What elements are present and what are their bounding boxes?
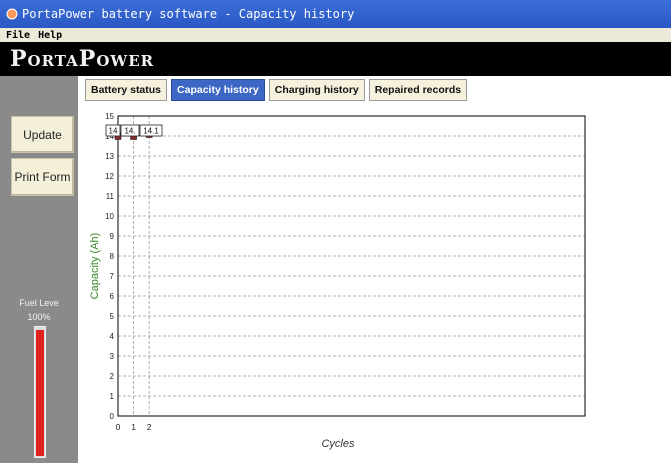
y-tick-label: 7	[110, 272, 115, 281]
y-tick-label: 12	[105, 172, 114, 181]
y-tick-label: 3	[110, 352, 115, 361]
y-tick-label: 0	[110, 412, 115, 421]
y-tick-label: 13	[105, 152, 114, 161]
y-tick-label: 1	[110, 392, 115, 401]
tab-battery-status[interactable]: Battery status	[85, 79, 168, 101]
y-axis-label: Capacity (Ah)	[89, 233, 101, 300]
fuel-gauge-fill	[36, 330, 44, 456]
y-tick-label: 9	[110, 232, 115, 241]
capacity-chart-area: 0 1 2 3 4 5 6 7 8 9 10 11 12 13 14 15 012 14 14. 14.1 Cyc…	[80, 104, 671, 463]
y-tick-label: 11	[106, 192, 115, 201]
tab-charging-history[interactable]: Charging history	[268, 79, 365, 101]
x-tick-label: 0	[116, 422, 121, 432]
plot-frame	[117, 115, 586, 417]
menu-bar: File Help	[0, 28, 671, 42]
window-title: PortaPower battery software - Capacity h…	[22, 7, 355, 21]
app-icon	[6, 8, 18, 20]
data-label: 14.1	[143, 127, 159, 136]
update-button[interactable]: Update	[11, 116, 74, 153]
menu-help[interactable]: Help	[38, 30, 62, 41]
y-tick-label: 8	[110, 252, 115, 261]
y-tick-label: 2	[110, 372, 115, 381]
fuel-level-label: Fuel Leve	[19, 298, 59, 308]
fuel-level-percent: 100%	[27, 312, 51, 322]
y-tick-label: 6	[110, 292, 115, 301]
y-tick-label: 15	[105, 112, 114, 121]
x-tick-label: 1	[131, 422, 136, 432]
y-tick-label: 4	[110, 332, 115, 341]
x-axis-label: Cycles	[321, 438, 355, 450]
tab-repaired-records[interactable]: Repaired records	[368, 79, 468, 101]
window-titlebar: PortaPower battery software - Capacity h…	[0, 0, 671, 28]
capacity-history-chart: 0123456789101112131415 012 14 14. 14.1 Cyc…	[89, 112, 586, 450]
data-label: 14	[109, 127, 118, 136]
x-tick-label: 2	[147, 422, 152, 432]
y-tick-label: 10	[105, 212, 114, 221]
y-tick-label: 5	[110, 312, 115, 321]
brand-logo: PortaPower	[10, 46, 155, 72]
print-form-button[interactable]: Print Form	[11, 158, 74, 196]
fuel-gauge	[34, 326, 46, 458]
data-label: 14.	[124, 127, 135, 136]
tab-bar: Battery status Capacity history Charging…	[85, 79, 471, 101]
menu-file[interactable]: File	[6, 30, 30, 41]
tab-capacity-history[interactable]: Capacity history	[171, 79, 265, 101]
